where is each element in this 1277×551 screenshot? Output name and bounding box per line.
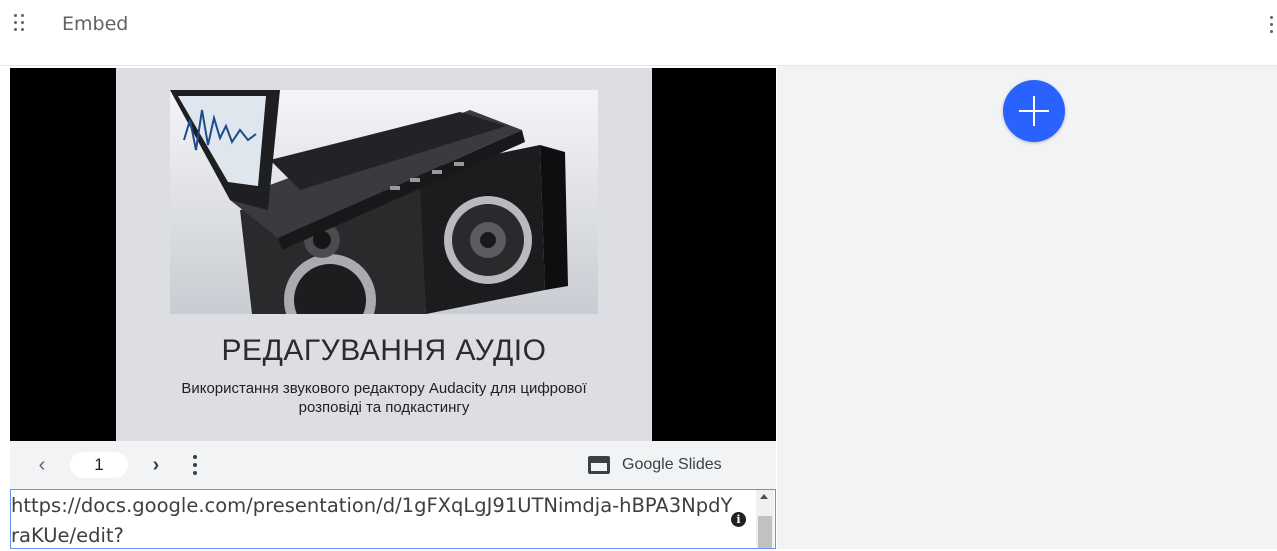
- block-title: Embed: [62, 13, 129, 35]
- slide-title: РЕДАГУВАННЯ АУДІО: [221, 334, 547, 367]
- info-icon[interactable]: i: [731, 512, 746, 527]
- slide-subtitle: Використання звукового редактору Audacit…: [181, 380, 587, 416]
- slides-controls: ‹ 1 › Google Slides: [10, 441, 776, 489]
- chevron-left-icon[interactable]: ‹: [32, 453, 52, 477]
- google-slides-label: Google Slides: [622, 456, 722, 473]
- google-slides-icon: [588, 456, 610, 474]
- more-options-icon[interactable]: [1266, 14, 1276, 36]
- slide-1: РЕДАГУВАННЯ АУДІО Використання звукового…: [116, 68, 652, 441]
- scroll-up-arrow-icon[interactable]: [760, 494, 768, 499]
- url-textarea[interactable]: https://docs.google.com/presentation/d/1…: [10, 489, 776, 549]
- slides-embed: РЕДАГУВАННЯ АУДІО Використання звукового…: [10, 68, 776, 549]
- side-panel: [777, 66, 1277, 549]
- textarea-scrollbar[interactable]: [756, 490, 774, 548]
- embed-header: Embed: [0, 0, 1277, 50]
- slide-viewport[interactable]: РЕДАГУВАННЯ АУДІО Використання звукового…: [10, 68, 776, 441]
- more-vert-icon[interactable]: [190, 453, 200, 477]
- drag-handle-icon[interactable]: [14, 14, 28, 32]
- scroll-thumb[interactable]: [758, 516, 772, 548]
- page-number-input[interactable]: 1: [70, 452, 128, 478]
- chevron-right-icon[interactable]: ›: [146, 453, 166, 477]
- google-slides-link[interactable]: Google Slides: [588, 453, 722, 477]
- add-icon[interactable]: [1003, 80, 1065, 142]
- url-value[interactable]: https://docs.google.com/presentation/d/1…: [11, 491, 737, 551]
- laptop-speakers-image: [170, 90, 598, 314]
